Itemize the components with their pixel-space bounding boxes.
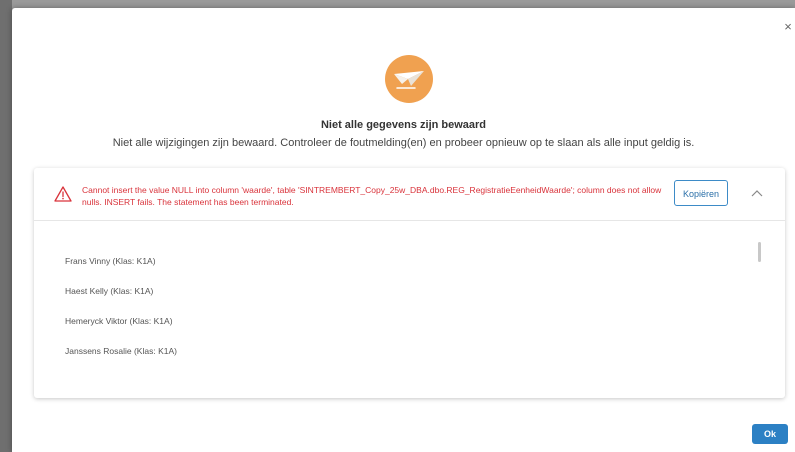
student-list: Frans Vinny (Klas: K1A) Haest Kelly (Kla… bbox=[34, 220, 785, 398]
list-item: Frans Vinny (Klas: K1A) bbox=[65, 256, 156, 266]
error-header: Cannot insert the value NULL into column… bbox=[34, 168, 785, 221]
list-item: Haest Kelly (Klas: K1A) bbox=[65, 286, 154, 296]
error-message: Cannot insert the value NULL into column… bbox=[82, 185, 662, 207]
warning-triangle-icon bbox=[54, 186, 72, 202]
paper-plane-icon bbox=[385, 55, 433, 103]
error-dialog: × Niet alle gegevens zijn bewaard Niet a… bbox=[12, 8, 795, 452]
copy-button[interactable]: Kopiëren bbox=[674, 180, 728, 206]
ok-button[interactable]: Ok bbox=[752, 424, 788, 444]
close-button[interactable]: × bbox=[781, 20, 795, 34]
error-panel: Cannot insert the value NULL into column… bbox=[34, 168, 785, 398]
dialog-title: Niet alle gegevens zijn bewaard bbox=[320, 119, 487, 131]
list-item: Hemeryck Viktor (Klas: K1A) bbox=[65, 316, 173, 326]
backdrop bbox=[0, 0, 12, 452]
dialog-subtitle: Niet alle wijzigingen zijn bewaard. Cont… bbox=[112, 137, 695, 149]
scrollbar[interactable] bbox=[758, 242, 761, 262]
list-item: Janssens Rosalie (Klas: K1A) bbox=[65, 346, 177, 356]
chevron-up-icon[interactable] bbox=[750, 188, 764, 198]
